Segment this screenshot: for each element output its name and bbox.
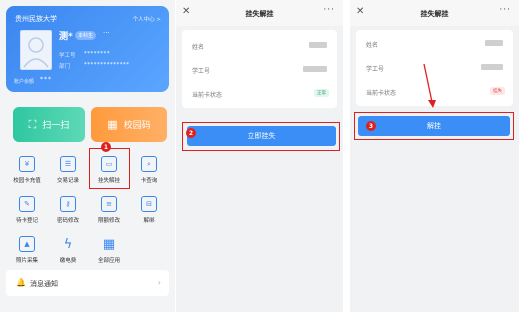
grid-label: 密码修改 — [56, 218, 79, 224]
balance-value: *** — [40, 76, 52, 83]
name-label: 姓名 — [366, 42, 379, 49]
user-name: 测* — [59, 32, 73, 42]
user-type-badge: 本科生 — [75, 31, 97, 40]
grid-item-recharge[interactable]: ¥ 校园卡充值 — [7, 156, 47, 184]
campus-code-label: 校园码 — [123, 121, 151, 131]
highlight-box — [89, 148, 130, 189]
dept-label: 部门 — [59, 64, 71, 70]
id-label: 学工号 — [366, 66, 385, 73]
scan-button[interactable]: ⛶ 扫一扫 — [13, 107, 85, 142]
info-row-name: 姓名 — [356, 32, 513, 56]
info-row-status: 当前卡状态 正常 — [182, 82, 337, 106]
unfreeze-panel: ✕ 挂失解挂 ··· 姓名 学工号 当前卡状态 挂失 解挂 3 — [350, 0, 519, 312]
user-center-link[interactable]: 个人中心 > — [133, 15, 161, 23]
arrow-down-icon — [423, 63, 436, 108]
name-label: 姓名 — [192, 44, 205, 51]
university-name: 贵州民族大学 — [15, 15, 57, 23]
grid-item-password[interactable]: ⚷ 密码修改 — [48, 196, 88, 224]
info-row-name: 姓名 — [182, 34, 337, 58]
grid-label: 解绑 — [143, 218, 155, 224]
step-badge-3: 3 — [366, 121, 376, 131]
report-loss-panel: ✕ 挂失解挂 ··· 姓名 学工号 当前卡状态 正常 立即挂失 2 — [176, 0, 343, 312]
grid-label: 照片采集 — [15, 258, 38, 264]
grid-label: 限额修改 — [97, 218, 120, 224]
more-icon[interactable]: ··· — [323, 5, 335, 15]
recharge-icon: ¥ — [19, 156, 35, 172]
status-label: 当前卡状态 — [366, 90, 397, 97]
limit-icon: ≡ — [101, 196, 117, 212]
electricity-icon: ϟ — [63, 236, 73, 252]
grid-label: 全部应用 — [97, 258, 120, 264]
nav-bar: ✕ 挂失解挂 ··· — [176, 0, 343, 26]
qr-code-icon: ▦ — [107, 118, 118, 131]
status-label: 当前卡状态 — [192, 92, 223, 99]
grid-item-photo[interactable]: ▲ 照片采集 — [7, 236, 47, 264]
info-row-id: 学工号 — [182, 58, 337, 82]
unfreeze-button[interactable]: 解挂 — [358, 116, 510, 136]
grid-item-electricity[interactable]: ϟ 缴电费 — [48, 236, 88, 265]
card-info: 姓名 学工号 当前卡状态 正常 — [182, 30, 337, 108]
photo-icon: ▲ — [19, 236, 35, 252]
scan-icon: ⛶ — [28, 117, 37, 131]
report-loss-button[interactable]: 立即挂失 — [187, 126, 336, 146]
id-value-masked — [303, 66, 327, 72]
register-icon: ✎ — [19, 196, 35, 212]
message-notification-bar[interactable]: 🔔 消息通知 › — [6, 270, 169, 296]
page-title: 挂失解挂 — [420, 10, 449, 18]
step-badge-2: 2 — [186, 128, 196, 138]
id-value-masked — [481, 64, 503, 70]
card-query-icon: ⌕ — [141, 156, 157, 172]
student-id-value: ******** — [84, 51, 110, 57]
more-icon[interactable]: ··· — [499, 5, 511, 15]
status-badge: 挂失 — [490, 87, 505, 95]
step-badge-1: 1 — [101, 142, 111, 152]
name-value-masked — [309, 42, 327, 48]
chevron-right-icon: › — [157, 278, 161, 287]
grid-label: 缴电费 — [59, 258, 77, 264]
id-label: 学工号 — [192, 68, 211, 75]
bell-icon: 🔔 — [16, 278, 26, 287]
campus-card[interactable]: 贵州民族大学 个人中心 > 测* 本科生 ··· 学工号 ******** 部门… — [6, 6, 169, 92]
dept-value: ************** — [84, 62, 130, 68]
all-apps-icon: ▦ — [102, 236, 116, 252]
campus-code-button[interactable]: ▦ 校园码 — [91, 107, 167, 142]
avatar-placeholder-icon — [23, 37, 49, 68]
grid-label: 校园卡充值 — [13, 178, 41, 184]
more-dots: ··· — [103, 29, 110, 37]
student-id-label: 学工号 — [59, 53, 76, 59]
grid-item-transactions[interactable]: ☰ 交易记录 — [48, 156, 88, 184]
grid-label: 交易记录 — [56, 178, 79, 184]
balance-label: 账户余额 — [14, 79, 35, 85]
transaction-icon: ☰ — [60, 156, 76, 172]
home-panel: 贵州民族大学 个人中心 > 测* 本科生 ··· 学工号 ******** 部门… — [0, 0, 175, 312]
nav-bar: ✕ 挂失解挂 ··· — [350, 0, 519, 26]
grid-item-unbind[interactable]: ⊟ 解绑 — [129, 196, 169, 224]
password-icon: ⚷ — [60, 196, 76, 212]
page-title: 挂失解挂 — [245, 10, 274, 18]
grid-item-register[interactable]: ✎ 待卡登记 — [7, 196, 47, 224]
scan-label: 扫一扫 — [42, 121, 70, 131]
status-badge: 正常 — [314, 89, 329, 97]
message-label: 消息通知 — [30, 280, 58, 288]
avatar — [20, 30, 52, 70]
unbind-icon: ⊟ — [141, 196, 157, 212]
grid-label: 待卡登记 — [15, 218, 38, 224]
grid-item-card-query[interactable]: ⌕ 卡查询 — [129, 156, 169, 184]
name-value-masked — [485, 40, 503, 46]
grid-label: 卡查询 — [140, 178, 158, 184]
grid-item-limit[interactable]: ≡ 限额修改 — [89, 196, 129, 224]
grid-item-all-apps[interactable]: ▦ 全部应用 — [89, 236, 129, 265]
